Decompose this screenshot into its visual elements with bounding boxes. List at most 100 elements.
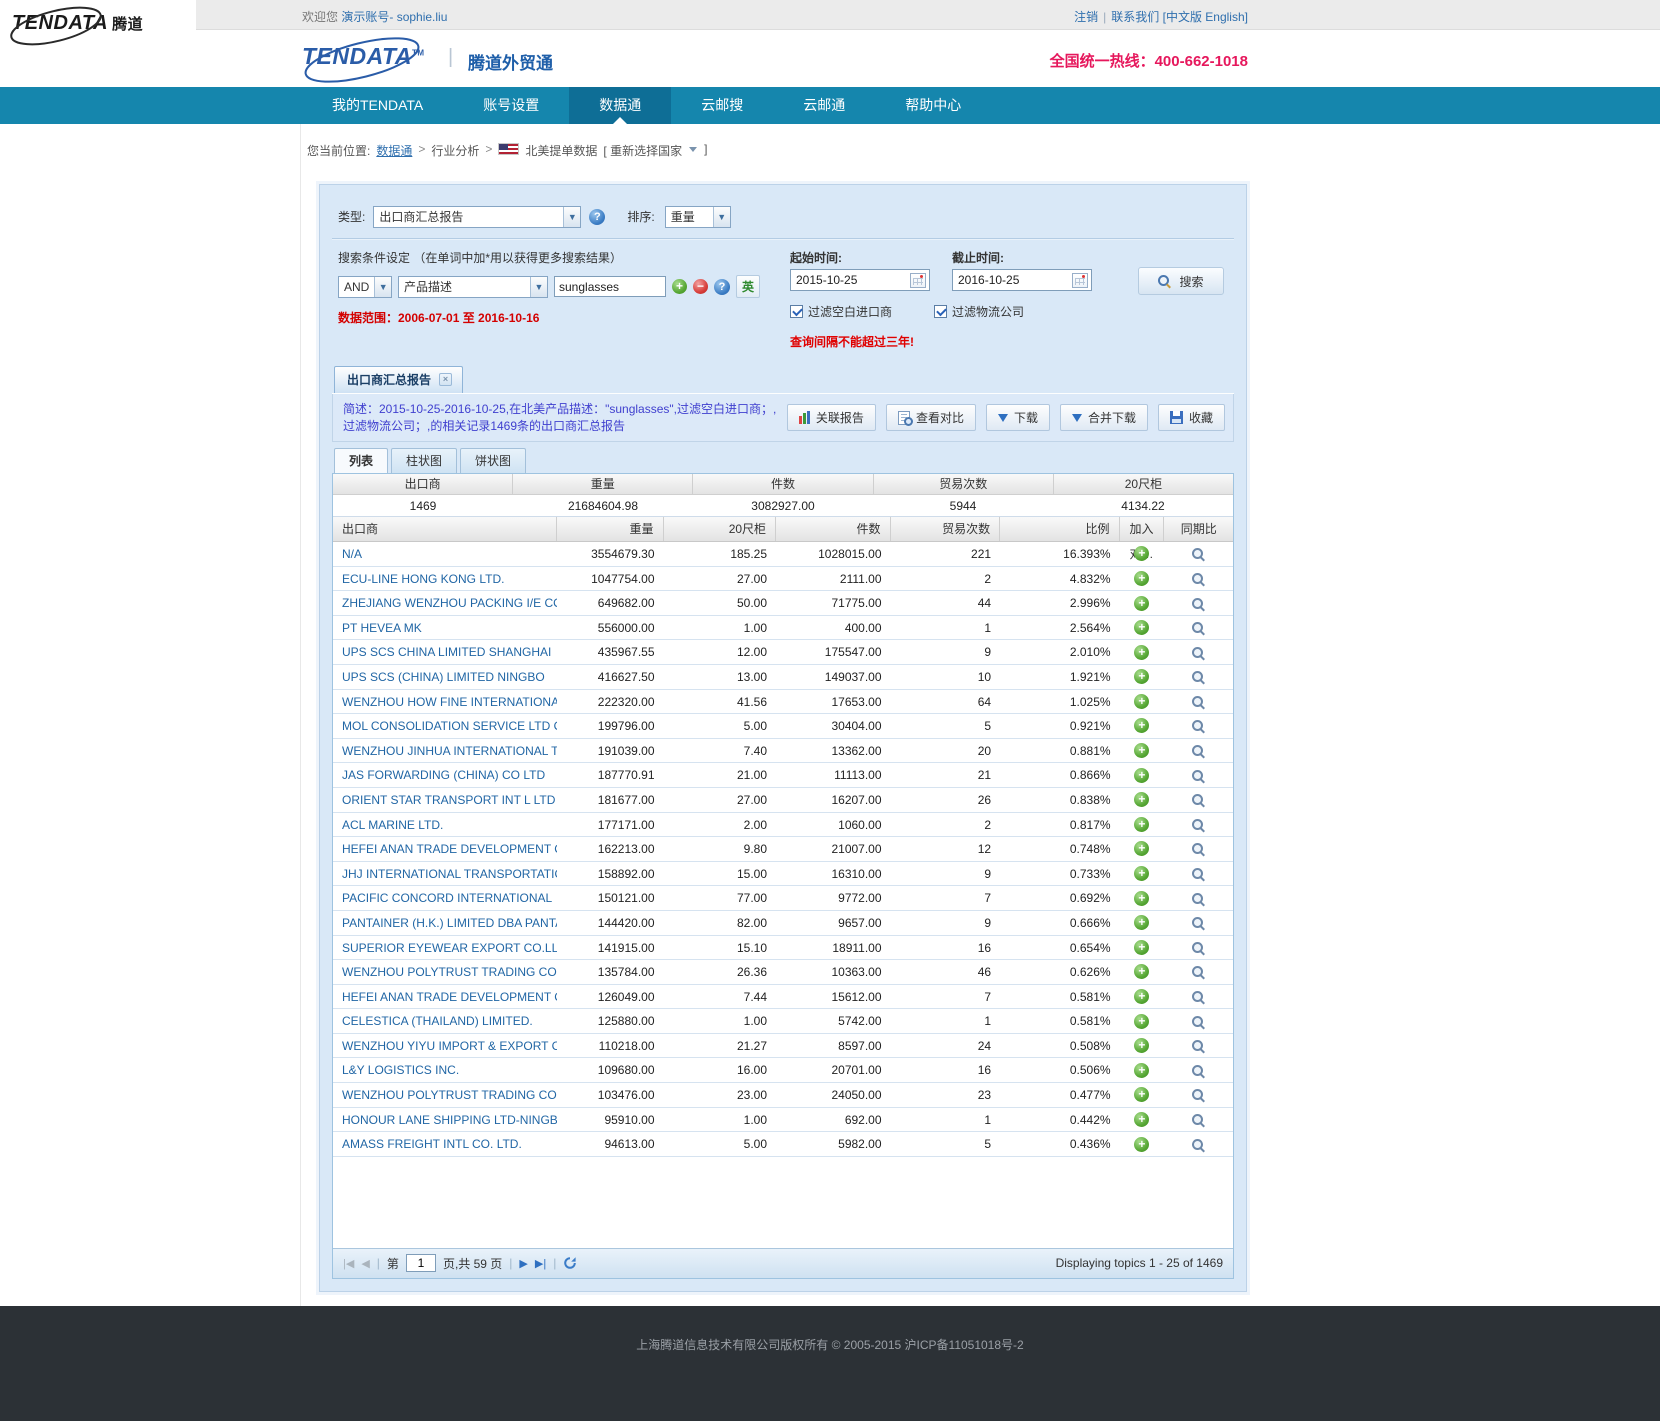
add-to-compare-icon[interactable]: + — [1134, 768, 1149, 783]
add-to-compare-icon[interactable]: + — [1134, 817, 1149, 832]
yoy-compare-magnifier-icon[interactable] — [1192, 1089, 1205, 1102]
end-date-input[interactable] — [958, 271, 1063, 289]
yoy-compare-magnifier-icon[interactable] — [1192, 1016, 1205, 1029]
exporter-name-link[interactable]: CELESTICA (THAILAND) LIMITED. — [333, 1009, 557, 1033]
add-to-compare-icon[interactable]: + — [1134, 866, 1149, 881]
add-to-compare-icon[interactable]: + — [1134, 891, 1149, 906]
merge-download-button[interactable]: 合并下载 — [1060, 404, 1148, 431]
exporter-name-link[interactable]: WENZHOU HOW FINE INTERNATIONAL... — [333, 690, 557, 714]
breadcrumb-link-datatong[interactable]: 数据通 — [376, 142, 412, 159]
exporter-name-link[interactable]: HONOUR LANE SHIPPING LTD-NINGBO — [333, 1108, 557, 1132]
add-to-compare-icon[interactable]: + — [1134, 694, 1149, 709]
boolean-operator-select[interactable]: AND ▼ — [338, 276, 392, 298]
favorite-button[interactable]: 收藏 — [1158, 404, 1225, 431]
yoy-compare-magnifier-icon[interactable] — [1192, 843, 1205, 856]
nav-item-cloud-mail[interactable]: 云邮通 — [773, 87, 875, 124]
exporter-name-link[interactable]: WENZHOU POLYTRUST TRADING CO — [333, 1083, 557, 1107]
yoy-compare-magnifier-icon[interactable] — [1192, 647, 1205, 660]
search-button[interactable]: 搜索 — [1138, 267, 1224, 295]
exporter-name-link[interactable]: L&Y LOGISTICS INC. — [333, 1058, 557, 1082]
yoy-compare-magnifier-icon[interactable] — [1192, 598, 1205, 611]
refresh-icon[interactable] — [563, 1256, 577, 1270]
exporter-name-link[interactable]: ECU-LINE HONG KONG LTD. — [333, 567, 557, 591]
related-report-button[interactable]: 关联报告 — [787, 404, 876, 431]
add-to-compare-icon[interactable]: + — [1134, 1038, 1149, 1053]
exporter-name-link[interactable]: PT HEVEA MK — [333, 616, 557, 640]
add-to-compare-icon[interactable]: + — [1134, 1063, 1149, 1078]
yoy-compare-magnifier-icon[interactable] — [1192, 1139, 1205, 1152]
exporter-name-link[interactable]: MOL CONSOLIDATION SERVICE LTD O/B — [333, 714, 557, 738]
add-to-compare-icon[interactable]: + — [1134, 915, 1149, 930]
first-page-icon[interactable]: |◀ — [343, 1257, 354, 1270]
exporter-name-link[interactable]: WENZHOU YIYU IMPORT & EXPORT C... — [333, 1034, 557, 1058]
add-to-compare-icon[interactable]: + — [1134, 669, 1149, 684]
page-number-input[interactable] — [406, 1254, 436, 1272]
view-compare-button[interactable]: 查看对比 — [886, 404, 976, 431]
exporter-name-link[interactable]: HEFEI ANAN TRADE DEVELOPMENT CO... — [333, 985, 557, 1009]
help-icon[interactable] — [589, 209, 605, 225]
add-to-compare-icon[interactable]: + — [1134, 1087, 1149, 1102]
exporter-name-link[interactable]: HEFEI ANAN TRADE DEVELOPMENT CO... — [333, 837, 557, 861]
checkbox-checked-icon[interactable] — [934, 305, 947, 318]
yoy-compare-magnifier-icon[interactable] — [1192, 893, 1205, 906]
report-type-select[interactable]: 出口商汇总报告 ▼ — [373, 206, 581, 228]
exporter-name-link[interactable]: N/A — [333, 542, 557, 566]
contact-link[interactable]: 联系我们 — [1111, 10, 1159, 24]
add-to-compare-icon[interactable]: + — [1134, 1112, 1149, 1127]
subtab-bar-chart[interactable]: 柱状图 — [391, 448, 457, 473]
add-to-compare-icon[interactable]: + — [1134, 620, 1149, 635]
next-page-icon[interactable]: ▶ — [519, 1257, 527, 1270]
exporter-name-link[interactable]: JHJ INTERNATIONAL TRANSPORTATIO... — [333, 862, 557, 886]
reselect-country-link[interactable]: [ 重新选择国家 — [603, 142, 682, 159]
exporter-name-link[interactable]: ORIENT STAR TRANSPORT INT L LTD RM — [333, 788, 557, 812]
chevron-down-icon[interactable] — [689, 147, 697, 152]
exporter-name-link[interactable]: JAS FORWARDING (CHINA) CO LTD — [333, 763, 557, 787]
exporter-name-link[interactable]: PACIFIC CONCORD INTERNATIONAL — [333, 886, 557, 910]
yoy-compare-magnifier-icon[interactable] — [1192, 868, 1205, 881]
yoy-compare-magnifier-icon[interactable] — [1192, 942, 1205, 955]
yoy-compare-magnifier-icon[interactable] — [1192, 573, 1205, 586]
add-to-compare-icon[interactable]: + — [1134, 571, 1149, 586]
subtab-pie-chart[interactable]: 饼状图 — [460, 448, 526, 473]
exporter-name-link[interactable]: UPS SCS (CHINA) LIMITED NINGBO — [333, 665, 557, 689]
yoy-compare-magnifier-icon[interactable] — [1192, 1040, 1205, 1053]
nav-item-help-center[interactable]: 帮助中心 — [875, 87, 991, 124]
yoy-compare-magnifier-icon[interactable] — [1192, 966, 1205, 979]
yoy-compare-magnifier-icon[interactable] — [1192, 794, 1205, 807]
exporter-name-link[interactable]: SUPERIOR EYEWEAR EXPORT CO.LLC — [333, 936, 557, 960]
yoy-compare-magnifier-icon[interactable] — [1192, 671, 1205, 684]
add-to-compare-icon[interactable]: + — [1134, 645, 1149, 660]
start-date-input[interactable] — [796, 271, 901, 289]
calendar-icon[interactable] — [910, 273, 926, 288]
nav-item-my-tendata[interactable]: 我的TENDATA — [302, 87, 453, 124]
sort-select[interactable]: 重量 ▼ — [665, 206, 731, 228]
filter-blank-importer-checkbox[interactable]: 过滤空白进口商 — [790, 303, 892, 320]
subtab-list[interactable]: 列表 — [334, 448, 388, 473]
add-to-compare-icon[interactable]: + — [1134, 1137, 1149, 1152]
checkbox-checked-icon[interactable] — [790, 305, 803, 318]
yoy-compare-magnifier-icon[interactable] — [1192, 819, 1205, 832]
nav-item-account-settings[interactable]: 账号设置 — [453, 87, 569, 124]
add-to-compare-icon[interactable]: + — [1134, 546, 1149, 561]
nav-item-data-tong[interactable]: 数据通 — [569, 87, 671, 124]
filter-logistics-checkbox[interactable]: 过滤物流公司 — [934, 303, 1024, 320]
exporter-name-link[interactable]: UPS SCS CHINA LIMITED SHANGHAI — [333, 640, 557, 664]
last-page-icon[interactable]: ▶| — [535, 1257, 546, 1270]
download-button[interactable]: 下载 — [986, 404, 1050, 431]
close-icon[interactable] — [439, 373, 452, 386]
exporter-name-link[interactable]: WENZHOU JINHUA INTERNATIONAL T... — [333, 739, 557, 763]
add-to-compare-icon[interactable]: + — [1134, 596, 1149, 611]
exporter-name-link[interactable]: WENZHOU POLYTRUST TRADING CO., ... — [333, 960, 557, 984]
add-to-compare-icon[interactable]: + — [1134, 989, 1149, 1004]
add-to-compare-icon[interactable]: + — [1134, 792, 1149, 807]
add-condition-icon[interactable]: + — [672, 279, 687, 294]
add-to-compare-icon[interactable]: + — [1134, 1014, 1149, 1029]
yoy-compare-magnifier-icon[interactable] — [1192, 991, 1205, 1004]
yoy-compare-magnifier-icon[interactable] — [1192, 745, 1205, 758]
help-icon[interactable] — [714, 279, 730, 295]
nav-item-cloud-mail-search[interactable]: 云邮搜 — [671, 87, 773, 124]
yoy-compare-magnifier-icon[interactable] — [1192, 770, 1205, 783]
add-to-compare-icon[interactable]: + — [1134, 743, 1149, 758]
search-field-select[interactable]: 产品描述 ▼ — [398, 276, 548, 298]
exporter-name-link[interactable]: PANTAINER (H.K.) LIMITED DBA PANTAI — [333, 911, 557, 935]
